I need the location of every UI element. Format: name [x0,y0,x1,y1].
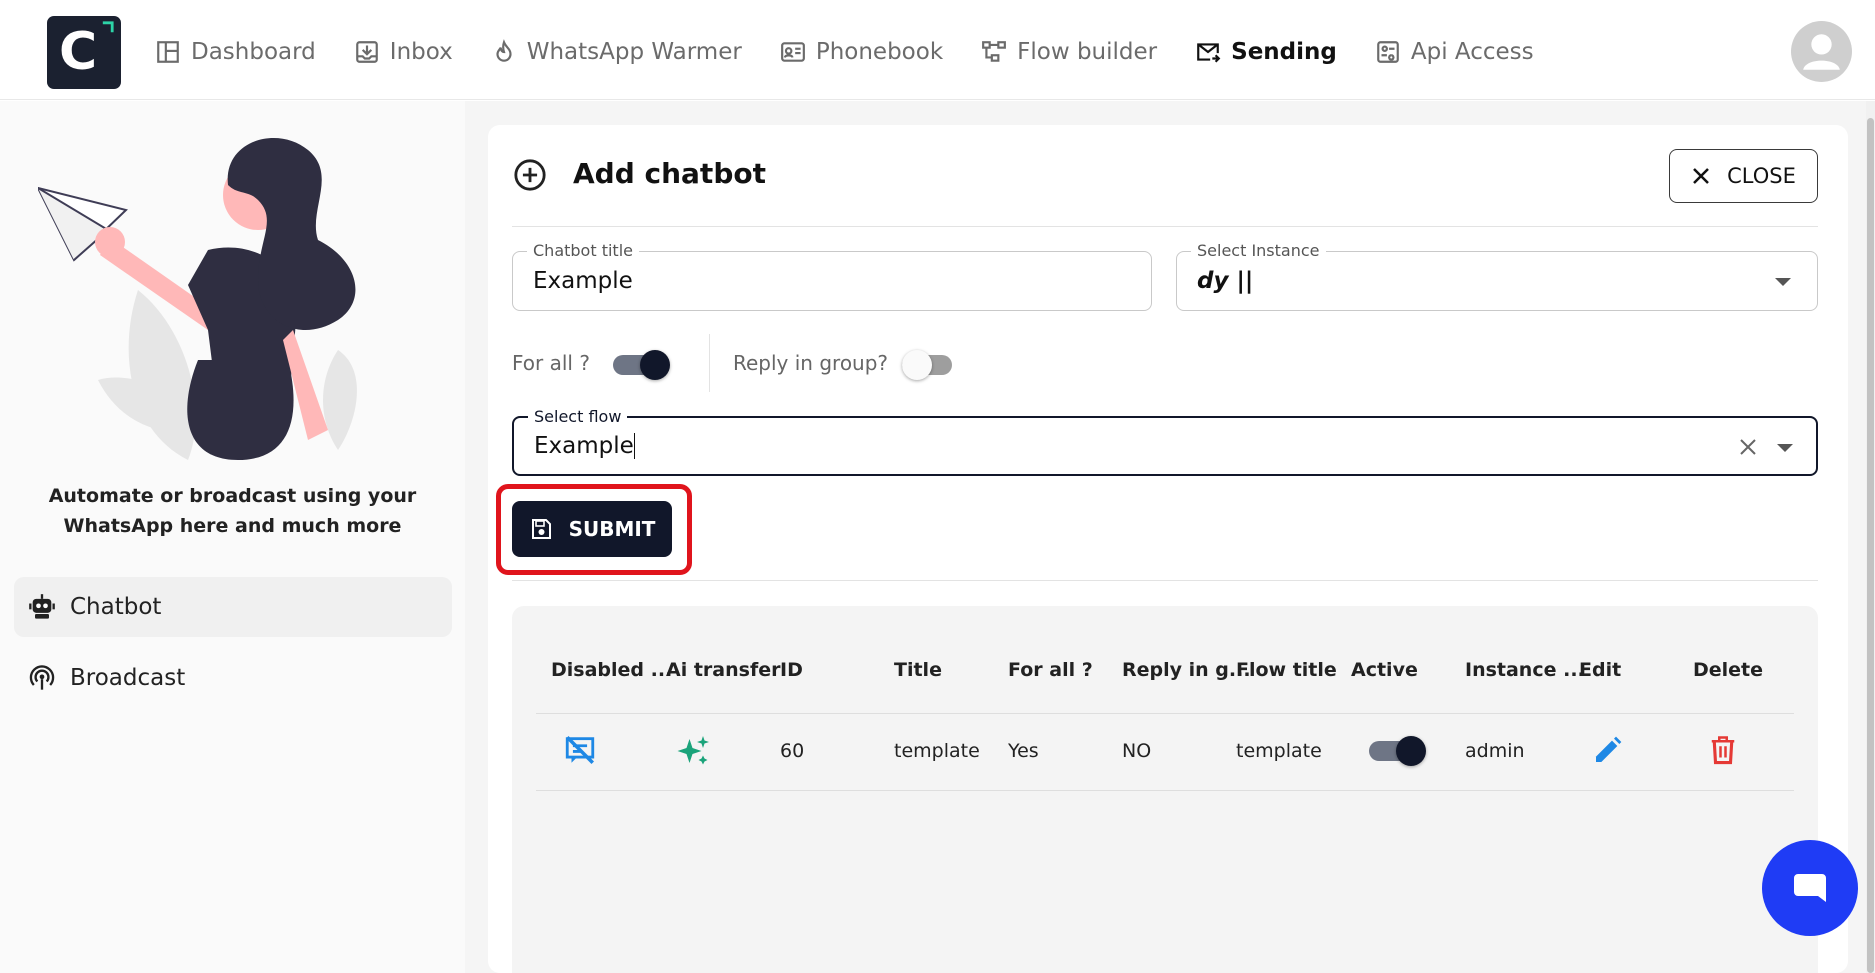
promo-line-1: Automate or broadcast using your [48,485,417,507]
logo-letter: C [59,22,98,82]
cell-reply-group: NO [1122,740,1152,762]
chevron-down-icon [1775,278,1791,286]
logo-corner-icon [102,21,114,33]
top-navbar: C Dashboard Inbox WhatsApp Warmer Phoneb… [0,0,1875,100]
main-nav: Dashboard Inbox WhatsApp Warmer Phoneboo… [155,30,1572,74]
column-header[interactable]: Ai transfer [666,659,780,681]
row-divider [536,790,1794,791]
add-circle-icon [514,159,546,191]
header-row-divider [536,713,1794,714]
column-header[interactable]: Title [894,659,942,681]
promo-text: Automate or broadcast using your WhatsAp… [20,481,445,541]
nav-label: Api Access [1410,39,1534,65]
woman-paper-plane-illustration [38,137,357,460]
sidebar-item-broadcast[interactable]: Broadcast [14,648,452,708]
column-header[interactable]: Edit [1579,659,1621,681]
nav-sending[interactable]: Sending [1195,30,1337,74]
toggle-knob [640,350,670,380]
promo-line-2: WhatsApp here and much more [63,515,402,537]
save-icon [531,519,551,539]
cell-flow-title: template [1236,740,1322,762]
app-logo[interactable]: C [47,16,121,89]
cell-for-all: Yes [1008,740,1039,762]
close-icon [1693,168,1710,184]
flow-icon [982,41,1007,62]
toggle-separator [709,334,710,392]
inbox-icon [355,41,378,63]
cell-title: template [894,740,980,762]
form-divider [512,580,1818,581]
nav-label: Flow builder [1017,39,1158,65]
delete-trash-icon[interactable] [1708,734,1738,766]
active-toggle[interactable] [1369,736,1429,766]
cell-id: 60 [780,740,805,762]
text-cursor [633,433,636,459]
nav-whatsapp-warmer[interactable]: WhatsApp Warmer [491,30,742,74]
flame-icon [496,39,512,62]
nav-flow-builder[interactable]: Flow builder [981,30,1157,74]
ai-sparkle-icon[interactable] [676,733,712,769]
column-header[interactable]: ID [780,659,803,681]
reply-group-toggle[interactable] [902,350,962,380]
toggle-knob [902,350,932,380]
toggle-knob [1396,736,1426,766]
close-button[interactable]: CLOSE [1669,149,1818,203]
sidebar-item-label: Chatbot [70,594,162,620]
chevron-down-icon[interactable] [1777,444,1793,452]
broadcast-icon [29,665,55,690]
instance-select-value: dy || [1197,268,1254,294]
mail-send-icon [1197,43,1221,63]
chat-support-button[interactable] [1762,840,1858,936]
api-icon [1377,41,1399,63]
instance-select[interactable]: Select Instance dy || [1176,242,1818,311]
flow-select-value: Example [534,418,636,474]
robot-icon [29,594,55,619]
chatbot-title-field[interactable]: Chatbot title Example [512,242,1152,311]
for-all-toggle[interactable] [613,350,673,380]
flow-select-text: Example [534,433,634,459]
column-header[interactable]: Flow title [1236,659,1337,681]
contact-card-icon [780,42,805,62]
sidebar-item-label: Broadcast [70,665,186,691]
column-header[interactable]: Active [1351,659,1418,681]
nav-label: Sending [1231,39,1337,65]
header-divider [512,226,1818,227]
scrollbar-thumb[interactable] [1867,118,1874,973]
column-header[interactable]: Instance ... [1465,659,1585,681]
nav-api-access[interactable]: Api Access [1375,30,1534,74]
user-icon [1803,34,1840,70]
submit-button[interactable]: SUBMIT [512,501,672,557]
nav-dashboard[interactable]: Dashboard [155,30,316,74]
column-header[interactable]: Delete [1693,659,1763,681]
nav-label: WhatsApp Warmer [526,39,742,65]
for-all-label: For all ? [512,351,590,375]
flow-select[interactable]: Select flow Example [512,408,1818,476]
nav-phonebook[interactable]: Phonebook [780,30,943,74]
disabled-message-icon[interactable] [563,733,597,767]
column-header[interactable]: Disabled ... [551,659,672,681]
nav-label: Phonebook [815,39,944,65]
card-title: Add chatbot [573,157,766,190]
reply-group-label: Reply in group? [733,351,889,375]
column-header[interactable]: Reply in g... [1122,659,1251,681]
nav-label: Dashboard [191,39,316,65]
nav-inbox[interactable]: Inbox [354,30,453,74]
nav-label: Inbox [389,39,453,65]
dashboard-icon [157,41,179,63]
sidebar-item-chatbot[interactable]: Chatbot [14,577,452,637]
clear-icon[interactable] [1738,437,1758,457]
chatbot-title-value: Example [533,268,633,294]
close-button-label: CLOSE [1727,164,1796,188]
chat-bubble-icon [1794,874,1826,902]
edit-pencil-icon[interactable] [1592,734,1624,766]
column-header[interactable]: For all ? [1008,659,1093,681]
user-avatar[interactable] [1791,21,1852,82]
cell-instance: admin [1465,740,1525,762]
submit-button-label: SUBMIT [568,517,656,541]
